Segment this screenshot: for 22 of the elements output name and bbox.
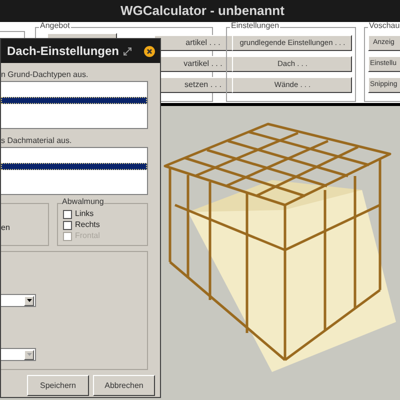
checkbox-label: Rechts bbox=[75, 220, 100, 230]
list-row[interactable] bbox=[1, 97, 147, 104]
list-row[interactable] bbox=[1, 163, 147, 170]
list-label: s Dachmaterial aus. bbox=[1, 137, 73, 145]
resize-icon[interactable] bbox=[123, 46, 132, 56]
checkbox[interactable] bbox=[63, 220, 72, 230]
list-box[interactable] bbox=[1, 81, 148, 129]
group-label: Abwalmung bbox=[62, 198, 104, 206]
group-label: Einstellungen bbox=[230, 22, 280, 30]
dialog-button[interactable]: Speichern bbox=[27, 375, 89, 396]
list-box[interactable] bbox=[1, 147, 148, 195]
checkbox[interactable] bbox=[63, 210, 72, 218]
window-title: WGCalculator - unbenannt bbox=[120, 2, 284, 20]
group-label: Voschau bbox=[368, 22, 400, 30]
dialog-title: Dach-Einstellungen bbox=[7, 43, 120, 60]
list-label: n Grund-Dachtypen aus. bbox=[1, 71, 90, 79]
dropdown-field[interactable] bbox=[1, 294, 36, 307]
option-label: en bbox=[1, 222, 10, 234]
group-label: Angebot bbox=[39, 22, 71, 30]
close-icon[interactable] bbox=[144, 46, 155, 56]
checkbox-label: Links bbox=[75, 209, 94, 219]
dialog-button[interactable]: Abbrechen bbox=[93, 375, 155, 396]
